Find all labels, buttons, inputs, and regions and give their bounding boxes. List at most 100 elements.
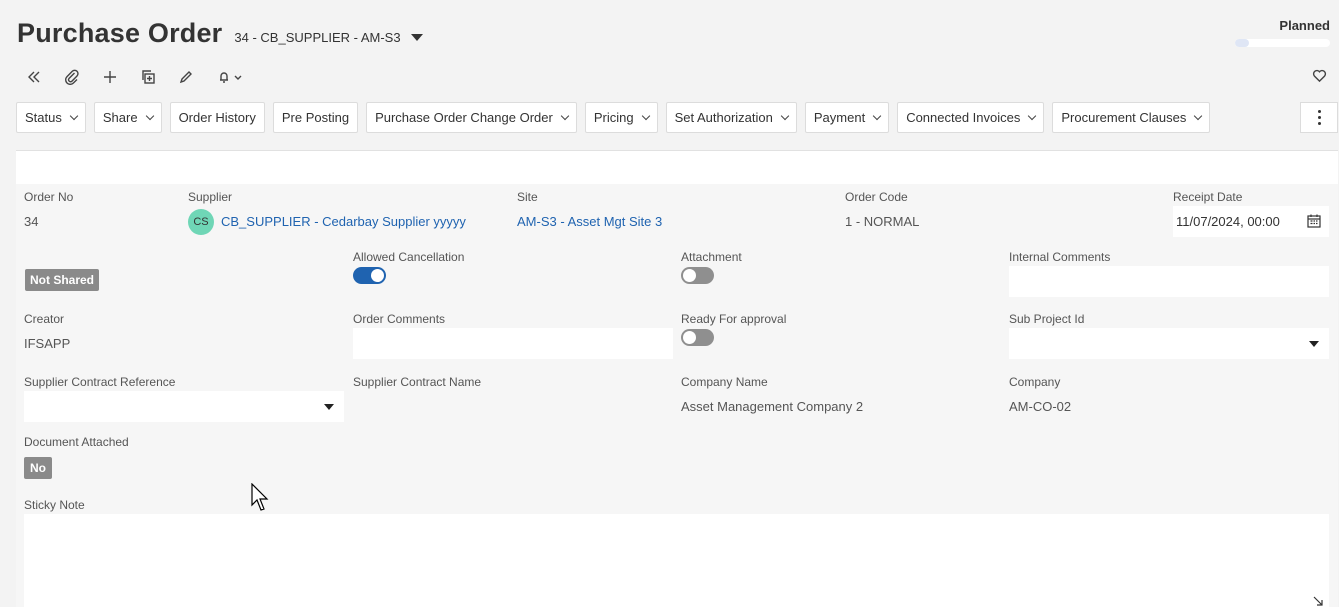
calendar-icon[interactable]	[1307, 214, 1321, 231]
order-details-panel: Order No 34 Supplier CS CB_SUPPLIER - Ce…	[16, 150, 1338, 607]
supplier-link[interactable]: CB_SUPPLIER - Cedarbay Supplier yyyyy	[221, 214, 466, 229]
receipt-date-value: 11/07/2024, 00:00	[1176, 214, 1280, 229]
ready-for-approval-label: Ready For approval	[681, 312, 787, 326]
command-set-authorization-button[interactable]: Set Authorization	[665, 102, 797, 133]
mouse-cursor-icon	[251, 483, 269, 511]
paperclip-icon[interactable]	[62, 66, 82, 88]
share-status-field: Not Shared	[25, 269, 100, 291]
record-selector[interactable]: 34 - CB_SUPPLIER - AM-S3	[234, 30, 423, 45]
favorite-heart-icon[interactable]	[1312, 68, 1327, 88]
company-label: Company	[1009, 375, 1061, 389]
ready-for-approval-toggle[interactable]	[681, 329, 714, 346]
order-comments-input[interactable]	[353, 328, 673, 359]
order-no-field: Order No 34	[24, 190, 174, 237]
supplier-avatar: CS	[188, 208, 214, 235]
status-label: Planned	[1279, 18, 1330, 33]
sub-project-id-label: Sub Project Id	[1009, 312, 1085, 326]
creator-value: IFSAPP	[24, 336, 71, 351]
site-label: Site	[517, 190, 538, 204]
command-label: Purchase Order Change Order	[375, 110, 553, 125]
supplier-contract-name-label: Supplier Contract Name	[353, 375, 482, 389]
command-payment-button[interactable]: Payment	[804, 102, 890, 133]
sticky-note-field-label: Sticky Note	[24, 498, 85, 514]
status-indicator: Planned	[1235, 18, 1330, 47]
panel-header-strip	[16, 151, 1338, 184]
chevron-down-icon	[641, 111, 650, 121]
command-procurement-clauses-button[interactable]: Procurement Clauses	[1052, 102, 1211, 133]
chevron-down-icon	[145, 111, 154, 121]
receipt-date-field: Receipt Date 11/07/2024, 00:00	[1173, 190, 1329, 237]
bell-icon[interactable]	[214, 66, 248, 88]
command-label: Status	[25, 110, 62, 125]
status-progress-bar	[1235, 39, 1330, 47]
company-field: Company AM-CO-02	[1009, 375, 1329, 422]
order-no-value: 34	[24, 214, 39, 229]
collapse-icon[interactable]	[24, 66, 44, 88]
command-share-button[interactable]: Share	[93, 102, 162, 133]
supplier-contract-reference-label: Supplier Contract Reference	[24, 375, 176, 389]
supplier-contract-reference-field: Supplier Contract Reference	[24, 375, 344, 422]
command-label: Set Authorization	[674, 110, 773, 125]
document-attached-badge: No	[24, 457, 52, 479]
record-toolbar	[24, 66, 266, 88]
attachment-toggle[interactable]	[681, 267, 714, 284]
allowed-cancellation-toggle[interactable]	[353, 267, 386, 284]
command-label: Order History	[178, 110, 256, 125]
ready-for-approval-field: Ready For approval	[681, 312, 1001, 351]
duplicate-icon[interactable]	[138, 66, 158, 88]
company-name-field: Company Name Asset Management Company 2	[681, 375, 1001, 422]
command-bar: Status Share Order History Pre Posting Purch…	[16, 102, 1218, 133]
internal-comments-input[interactable]	[1009, 266, 1329, 297]
dropdown-arrow-icon[interactable]	[1309, 341, 1319, 347]
command-order-history-button[interactable]: Order History	[169, 102, 265, 133]
command-label: Share	[102, 110, 138, 125]
sticky-note-label: Sticky Note	[24, 498, 85, 512]
chevron-down-icon	[1194, 111, 1203, 121]
dropdown-arrow-icon[interactable]	[324, 404, 334, 410]
sub-project-id-field: Sub Project Id	[1009, 312, 1329, 359]
command-label: Payment	[813, 110, 866, 125]
order-code-label: Order Code	[845, 190, 908, 204]
receipt-date-input[interactable]: 11/07/2024, 00:00	[1173, 206, 1329, 237]
resize-handle-icon[interactable]	[1313, 596, 1323, 606]
order-comments-label: Order Comments	[353, 312, 446, 326]
sub-project-id-select[interactable]	[1009, 328, 1329, 359]
not-shared-badge: Not Shared	[25, 269, 100, 291]
plus-icon[interactable]	[100, 66, 120, 88]
creator-label: Creator	[24, 312, 65, 326]
order-no-label: Order No	[24, 190, 74, 204]
pencil-icon[interactable]	[176, 66, 196, 88]
chevron-down-icon	[560, 111, 570, 121]
command-status-button[interactable]: Status	[16, 102, 86, 133]
order-code-value: 1 - NORMAL	[845, 214, 920, 229]
allowed-cancellation-field: Allowed Cancellation	[353, 250, 673, 289]
internal-comments-field: Internal Comments	[1009, 250, 1329, 297]
command-pricing-button[interactable]: Pricing	[584, 102, 658, 133]
page-title: Purchase Order	[17, 18, 223, 48]
more-options-kebab-icon[interactable]	[1300, 102, 1338, 133]
supplier-field: Supplier CS CB_SUPPLIER - Cedarbay Suppl…	[188, 190, 508, 237]
supplier-contract-reference-select[interactable]	[24, 391, 344, 422]
attachment-field: Attachment	[681, 250, 1001, 289]
site-link[interactable]: AM-S3 - Asset Mgt Site 3	[517, 214, 662, 229]
chevron-down-icon	[872, 111, 882, 121]
record-selector-label: 34 - CB_SUPPLIER - AM-S3	[234, 30, 401, 45]
order-code-field: Order Code 1 - NORMAL	[845, 190, 1165, 237]
command-purchase-order-change-order-button[interactable]: Purchase Order Change Order	[366, 102, 577, 133]
sticky-note-textarea[interactable]	[24, 514, 1329, 607]
document-attached-field: Document Attached No	[24, 435, 344, 479]
command-pre-posting-button[interactable]: Pre Posting	[272, 102, 359, 133]
command-label: Pre Posting	[281, 110, 350, 125]
supplier-contract-name-field: Supplier Contract Name	[353, 375, 673, 422]
allowed-cancellation-label: Allowed Cancellation	[353, 250, 465, 264]
status-progress-fill	[1235, 39, 1250, 47]
page-header: Purchase Order 34 - CB_SUPPLIER - AM-S3	[17, 18, 423, 49]
chevron-down-icon	[1028, 111, 1037, 121]
company-name-label: Company Name	[681, 375, 768, 389]
company-value: AM-CO-02	[1009, 399, 1072, 414]
command-connected-invoices-button[interactable]: Connected Invoices	[897, 102, 1045, 133]
caret-down-icon[interactable]	[410, 34, 423, 41]
attachment-label: Attachment	[681, 250, 742, 264]
creator-field: Creator IFSAPP	[24, 312, 344, 359]
command-label: Procurement Clauses	[1061, 110, 1187, 125]
